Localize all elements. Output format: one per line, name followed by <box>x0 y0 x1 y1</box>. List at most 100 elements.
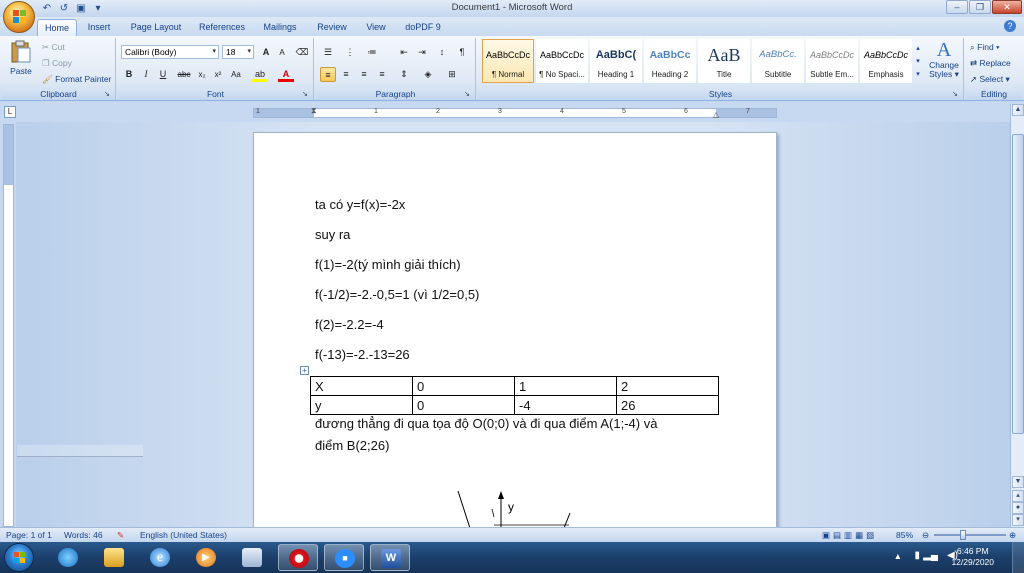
align-left-icon[interactable]: ≡ <box>320 67 336 82</box>
tab-review[interactable]: Review <box>311 19 353 36</box>
bold-icon[interactable]: B <box>121 67 137 82</box>
office-button[interactable] <box>3 1 35 33</box>
document-page[interactable]: ta có y=f(x)=-2x suy ra f(1)=-2(tý mình … <box>253 132 777 527</box>
style-no-spacing[interactable]: AaBbCcDc ¶ No Spaci... <box>536 39 588 83</box>
taskbar-app-zoom[interactable]: ■ <box>324 544 364 571</box>
style-heading-1[interactable]: AaBbC(Heading 1 <box>590 39 642 83</box>
doc-line[interactable]: suy ra <box>315 227 350 242</box>
tab-selector-icon[interactable]: L <box>4 106 16 118</box>
doc-line[interactable]: f(2)=-2.2=-4 <box>315 317 384 332</box>
taskbar-app-word[interactable]: W <box>370 544 410 571</box>
numbering-icon[interactable]: ⋮ <box>342 45 358 60</box>
horizontal-ruler[interactable]: 1 1 2 3 4 5 6 7 ⧗ △ <box>253 106 777 119</box>
doc-line[interactable]: f(-13)=-2.-13=26 <box>315 347 410 362</box>
zoom-level[interactable]: 85% <box>896 528 913 542</box>
table-cell[interactable]: -4 <box>514 395 617 415</box>
customize-qat-icon[interactable]: ▾ <box>91 2 105 15</box>
align-right-icon[interactable]: ≡ <box>356 67 372 82</box>
taskbar-app-opera[interactable] <box>278 544 318 571</box>
font-size-select[interactable]: 18 ▾ <box>222 45 254 59</box>
increase-indent-icon[interactable]: ⇥ <box>414 45 430 60</box>
decrease-indent-icon[interactable]: ⇤ <box>396 45 412 60</box>
vertical-scrollbar[interactable]: ▲ ▼ ▴ ● ▾ <box>1010 104 1024 527</box>
doc-line[interactable]: điểm B(2;26) <box>315 438 389 453</box>
tab-mailings[interactable]: Mailings <box>256 19 304 36</box>
show-desktop-button[interactable] <box>1012 542 1024 573</box>
strikethrough-icon[interactable]: abc <box>176 67 192 82</box>
clipboard-dialog-launcher-icon[interactable]: ↘ <box>104 91 112 99</box>
start-button[interactable] <box>4 543 34 572</box>
paragraph-dialog-launcher-icon[interactable]: ↘ <box>464 91 472 99</box>
help-icon[interactable]: ? <box>1004 20 1016 32</box>
find-button[interactable]: ⌕ Find ▾ <box>970 42 1000 53</box>
right-indent-marker-icon[interactable]: △ <box>713 110 719 119</box>
tab-insert[interactable]: Insert <box>80 19 118 36</box>
signal-icon[interactable]: ▂▄ <box>923 550 938 561</box>
select-button[interactable]: ➚ Select ▾ <box>970 74 1010 85</box>
zoom-out-icon[interactable]: ⊖ <box>922 528 929 542</box>
styles-scroll[interactable]: ▴ ▾ ▾ <box>913 42 923 82</box>
shrink-font-button[interactable]: A <box>274 45 290 60</box>
copy-button[interactable]: ❐ Copy <box>42 58 72 69</box>
vertical-ruler[interactable] <box>3 124 14 527</box>
format-painter-button[interactable]: 🖌 Format Painter <box>42 74 111 85</box>
style-title[interactable]: AaB Title <box>698 39 750 83</box>
style-emphasis[interactable]: AaBbCcDc Emphasis <box>860 39 912 83</box>
table-move-handle-icon[interactable]: + <box>300 366 309 375</box>
clear-formatting-icon[interactable]: ⌫ <box>294 45 310 60</box>
zoom-in-icon[interactable]: ⊕ <box>1009 528 1016 542</box>
taskbar-app-explorer[interactable] <box>94 544 134 571</box>
tab-home[interactable]: Home <box>37 19 77 36</box>
paste-button[interactable]: Paste <box>6 40 36 84</box>
values-table[interactable]: X 0 1 2 y 0 -4 26 <box>310 376 719 415</box>
style-subtitle[interactable]: AaBbCc. Subtitle <box>752 39 804 83</box>
tab-page-layout[interactable]: Page Layout <box>124 19 188 36</box>
tab-view[interactable]: View <box>359 19 393 36</box>
grow-font-button[interactable]: A <box>258 45 274 60</box>
font-dialog-launcher-icon[interactable]: ↘ <box>302 91 310 99</box>
superscript-icon[interactable]: x² <box>210 67 226 82</box>
doc-line[interactable]: f(-1/2)=-2.-0,5=1 (vì 1/2=0,5) <box>315 287 479 302</box>
page-count[interactable]: Page: 1 of 1 <box>6 528 52 542</box>
table-cell[interactable]: 0 <box>412 395 515 415</box>
justify-icon[interactable]: ≡ <box>374 67 390 82</box>
taskbar-app-ie[interactable]: e <box>140 544 180 571</box>
taskbar-app-network[interactable] <box>232 544 272 571</box>
font-family-select[interactable]: Calibri (Body) ▾ <box>121 45 219 59</box>
shading-icon[interactable]: ◈ <box>420 67 436 82</box>
table-cell[interactable]: 2 <box>616 376 719 396</box>
minimize-button[interactable]: – <box>946 0 968 14</box>
clock[interactable]: 6:46 PM 12/29/2020 <box>951 546 994 568</box>
style-subtle-emphasis[interactable]: AaBbCcDc Subtle Em... <box>806 39 858 83</box>
underline-icon[interactable]: U <box>155 67 171 82</box>
subscript-icon[interactable]: x₂ <box>194 67 210 82</box>
table-cell[interactable]: 0 <box>412 376 515 396</box>
show-formatting-icon[interactable]: ¶ <box>454 45 470 60</box>
replace-button[interactable]: ⇄ Replace <box>970 58 1011 69</box>
zoom-slider[interactable] <box>934 534 1006 536</box>
line-spacing-icon[interactable]: ⇕ <box>396 67 412 82</box>
italic-icon[interactable]: I <box>138 67 154 82</box>
next-page-icon[interactable]: ▾ <box>1012 514 1024 526</box>
cut-button[interactable]: ✂ Cut <box>42 42 65 53</box>
multilevel-list-icon[interactable]: ≔ <box>364 45 380 60</box>
style-normal[interactable]: AaBbCcDc ¶ Normal <box>482 39 534 83</box>
show-hidden-icons[interactable]: ▲ <box>894 551 902 561</box>
word-count[interactable]: Words: 46 <box>64 528 103 542</box>
close-button[interactable]: ✕ <box>992 0 1022 14</box>
change-styles-button[interactable]: A Change Styles ▾ <box>926 39 962 79</box>
doc-line[interactable]: f(1)=-2(tý mình giải thích) <box>315 257 461 272</box>
styles-dialog-launcher-icon[interactable]: ↘ <box>952 91 960 99</box>
table-cell[interactable]: X <box>310 376 413 396</box>
change-case-icon[interactable]: Aa <box>228 67 244 82</box>
sort-icon[interactable]: ↕ <box>434 45 450 60</box>
taskbar-app-browser[interactable] <box>48 544 88 571</box>
save-icon[interactable]: ▣ <box>74 2 88 15</box>
highlight-icon[interactable]: ab <box>252 67 268 82</box>
previous-page-icon[interactable]: ▴ <box>1012 490 1024 502</box>
browse-object-icon[interactable]: ● <box>1012 502 1024 514</box>
align-center-icon[interactable]: ≡ <box>338 67 354 82</box>
tab-references[interactable]: References <box>194 19 250 36</box>
taskbar-app-media[interactable]: ▶ <box>186 544 226 571</box>
indent-marker-icon[interactable]: ⧗ <box>311 106 317 116</box>
